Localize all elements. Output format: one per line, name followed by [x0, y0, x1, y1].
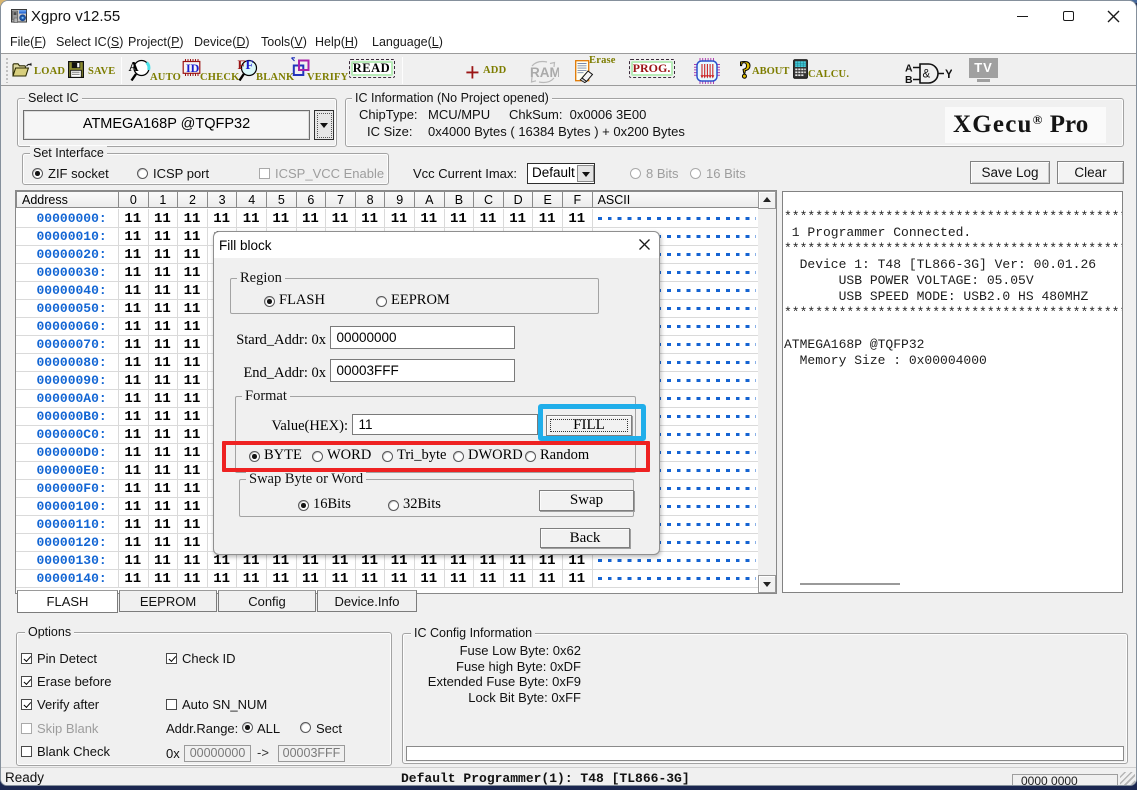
svg-text:&: & — [923, 69, 931, 81]
svg-text:A: A — [905, 63, 913, 75]
svg-text:Y: Y — [945, 69, 952, 81]
svg-text:?: ? — [739, 57, 752, 83]
svg-text:ID: ID — [186, 61, 200, 75]
svg-text:F: F — [246, 57, 254, 72]
svg-text:B: B — [905, 74, 913, 86]
svg-text:A: A — [129, 60, 140, 75]
svg-text:RAM: RAM — [530, 65, 559, 80]
svg-text:F: F — [238, 57, 246, 72]
